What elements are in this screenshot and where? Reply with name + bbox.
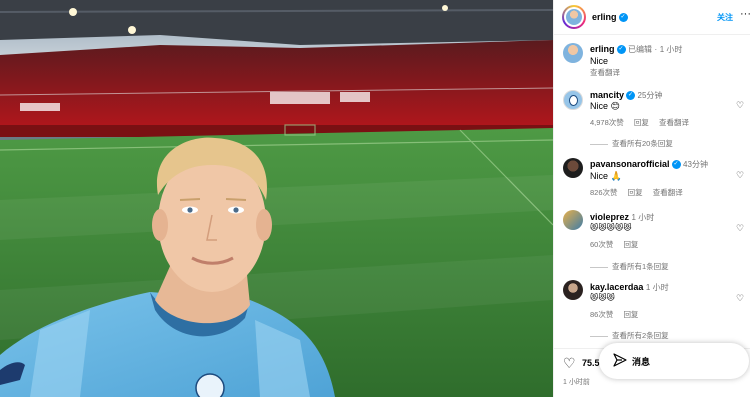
post-header: erling ✓ 关注 ··· (554, 0, 750, 35)
caption-time[interactable]: 1 小时 (660, 45, 683, 54)
more-options-icon[interactable]: ··· (740, 8, 750, 20)
comment-actions: 826次赞 回复 查看翻译 (590, 187, 691, 198)
comment-actions: 86次赞 回复 (590, 309, 646, 320)
comment-text: Nice 😊 (590, 101, 620, 111)
comment-reply-button[interactable]: 回复 (628, 188, 643, 197)
caption-header: erling ✓ 已编辑 · 1 小时 (590, 44, 683, 55)
like-heart-icon[interactable]: ♡ (736, 170, 744, 181)
comment-reply-button[interactable]: 回复 (634, 118, 649, 127)
comment-header: mancity ✓ 25分钟 (590, 90, 662, 101)
comment-header: pavansonarofficial ✓ 43分钟 (590, 159, 708, 170)
comment-username[interactable]: violeprez (590, 212, 629, 222)
violeprez-avatar[interactable] (563, 210, 583, 230)
verified-badge-icon: ✓ (671, 160, 681, 170)
comment-translate-link[interactable]: 查看翻译 (659, 118, 689, 127)
message-button-label: 消息 (632, 357, 651, 367)
comment-time[interactable]: 25分钟 (638, 91, 663, 100)
view-replies-button[interactable]: 查看所有1条回复 (590, 261, 669, 272)
like-heart-icon[interactable]: ♡ (736, 293, 744, 304)
pavansonarofficial-avatar[interactable] (563, 158, 583, 178)
comment-likes[interactable]: 4,978次赞 (590, 118, 624, 127)
view-replies-button[interactable]: 查看所有2条回复 (590, 330, 669, 341)
comment-likes[interactable]: 86次赞 (590, 310, 613, 319)
mancity-avatar[interactable] (563, 90, 583, 110)
comment-username[interactable]: pavansonarofficial (590, 159, 670, 169)
comment-username[interactable]: kay.lacerdaa (590, 282, 643, 292)
stadium-selfie-image (0, 0, 553, 397)
comment-actions: 4,978次赞 回复 查看翻译 (590, 117, 697, 128)
caption-avatar[interactable] (563, 43, 583, 63)
comment-time[interactable]: 1 小时 (646, 283, 669, 292)
caption-text: Nice (590, 56, 609, 66)
post-photo[interactable] (0, 0, 553, 397)
edited-label: 已编辑 (628, 45, 653, 54)
post-timestamp[interactable]: 1 小时前 (563, 377, 590, 387)
comment-text: Nice 🙏 (590, 171, 622, 181)
kay-lacerdaa-avatar[interactable] (563, 280, 583, 300)
comment-reply-button[interactable]: 回复 (623, 310, 638, 319)
like-heart-icon[interactable]: ♡ (736, 223, 744, 234)
comment-time[interactable]: 43分钟 (683, 160, 708, 169)
comment-time[interactable]: 1 小时 (632, 213, 655, 222)
comment-username[interactable]: mancity (590, 90, 624, 100)
verified-badge-icon: ✓ (616, 45, 626, 55)
view-replies-button[interactable]: 查看所有20条回复 (590, 138, 673, 149)
post-likes-count[interactable]: 75.5 (582, 358, 600, 368)
post-like-heart-icon[interactable]: ♡ (563, 355, 576, 372)
comment-likes[interactable]: 60次赞 (590, 240, 613, 249)
message-button[interactable]: 消息 (599, 343, 749, 379)
verified-badge-icon: ✓ (618, 13, 628, 23)
comment-text: 😻😻😻😻😻 (590, 223, 632, 232)
caption-username[interactable]: erling (590, 44, 615, 54)
verified-badge-icon: ✓ (626, 91, 636, 101)
comment-header: violeprez 1 小时 (590, 212, 654, 223)
comment-translate-link[interactable]: 查看翻译 (653, 188, 683, 197)
comment-likes[interactable]: 826次赞 (590, 188, 618, 197)
author-username-row[interactable]: erling ✓ (592, 12, 628, 23)
post-sidebar: erling ✓ 关注 ··· erling ✓ 已编辑 · 1 小时 Nice 查… (553, 0, 750, 397)
send-icon (613, 353, 627, 367)
comment-header: kay.lacerdaa 1 小时 (590, 282, 669, 293)
comment-text: 😻😻😻 (590, 293, 616, 302)
author-username[interactable]: erling (592, 12, 617, 22)
caption-translate-link[interactable]: 查看翻译 (590, 67, 620, 78)
author-avatar[interactable] (562, 5, 586, 29)
comment-actions: 60次赞 回复 (590, 239, 646, 250)
comment-reply-button[interactable]: 回复 (623, 240, 638, 249)
follow-button[interactable]: 关注 (717, 12, 733, 23)
like-heart-icon[interactable]: ♡ (736, 100, 744, 111)
